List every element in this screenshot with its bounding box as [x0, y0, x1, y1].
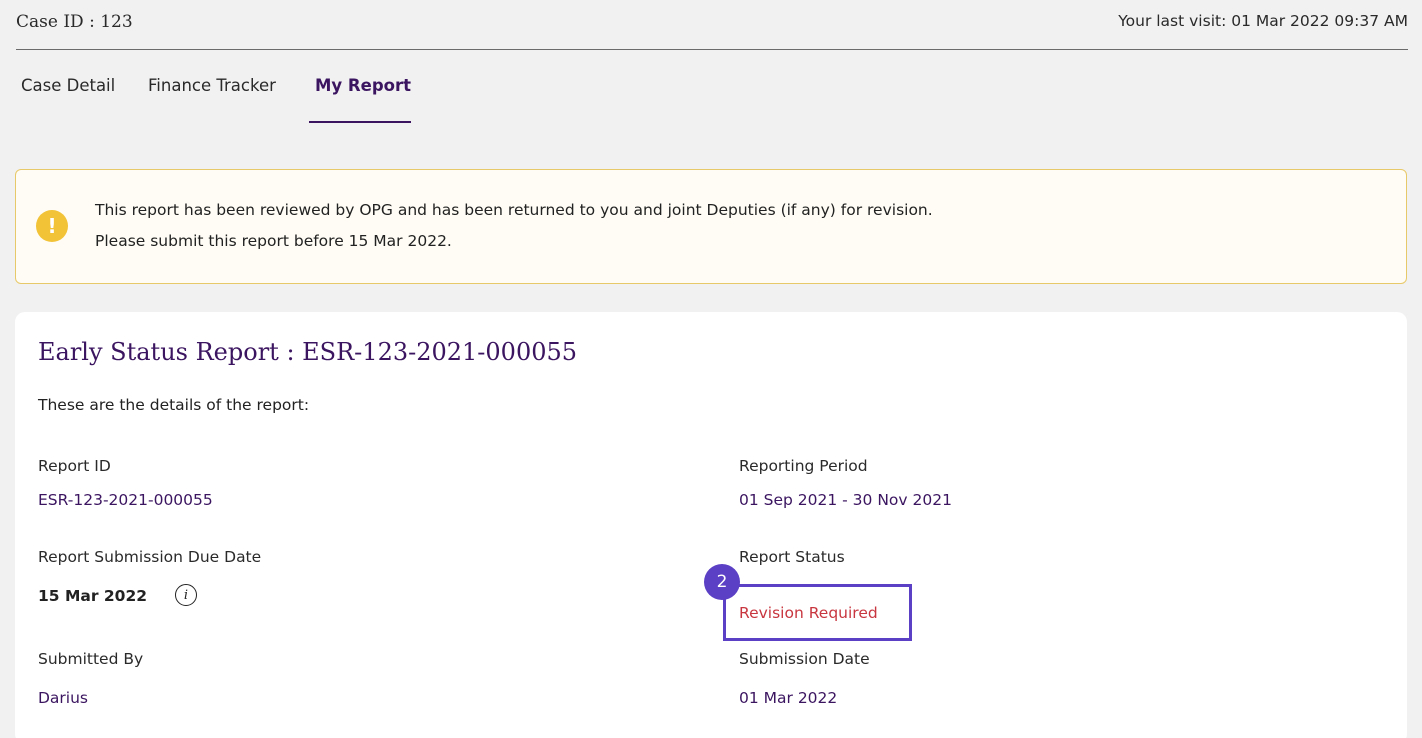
report-card: Early Status Report : ESR-123-2021-00005… — [15, 312, 1407, 738]
alert-message: This report has been reviewed by OPG and… — [95, 201, 933, 219]
page: Case ID : 123 Your last visit: 01 Mar 20… — [0, 0, 1422, 738]
due-date-label: Report Submission Due Date — [38, 548, 262, 566]
submission-date-label: Submission Date — [739, 650, 870, 668]
reporting-period-value: 01 Sep 2021 - 30 Nov 2021 — [739, 491, 952, 509]
submitted-by-value: Darius — [38, 689, 89, 707]
due-date-value: 15 Mar 2022 — [38, 587, 148, 605]
report-id-value: ESR-123-2021-000055 — [38, 491, 213, 509]
status-highlight-box — [723, 584, 912, 641]
last-visit: Your last visit: 01 Mar 2022 09:37 AM — [1118, 12, 1408, 30]
submission-date-value: 01 Mar 2022 — [739, 689, 838, 707]
tab-case-detail[interactable]: Case Detail — [21, 76, 115, 95]
case-id: Case ID : 123 — [16, 12, 133, 32]
report-subtitle: These are the details of the report: — [38, 396, 310, 414]
submitted-by-label: Submitted By — [38, 650, 144, 668]
report-title: Early Status Report : ESR-123-2021-00005… — [38, 338, 578, 366]
step-number-badge: 2 — [704, 564, 740, 600]
tab-finance-tracker[interactable]: Finance Tracker — [148, 76, 276, 95]
info-icon[interactable]: i — [175, 584, 197, 606]
top-bar: Case ID : 123 Your last visit: 01 Mar 20… — [16, 8, 1408, 50]
reporting-period-label: Reporting Period — [739, 457, 868, 475]
report-id-label: Report ID — [38, 457, 111, 475]
exclamation-icon: ! — [36, 210, 68, 242]
tab-my-report[interactable]: My Report — [315, 76, 411, 95]
active-tab-indicator — [309, 121, 411, 123]
report-status-label: Report Status — [739, 548, 845, 566]
revision-alert: ! This report has been reviewed by OPG a… — [15, 169, 1407, 284]
alert-deadline: Please submit this report before 15 Mar … — [95, 232, 452, 250]
